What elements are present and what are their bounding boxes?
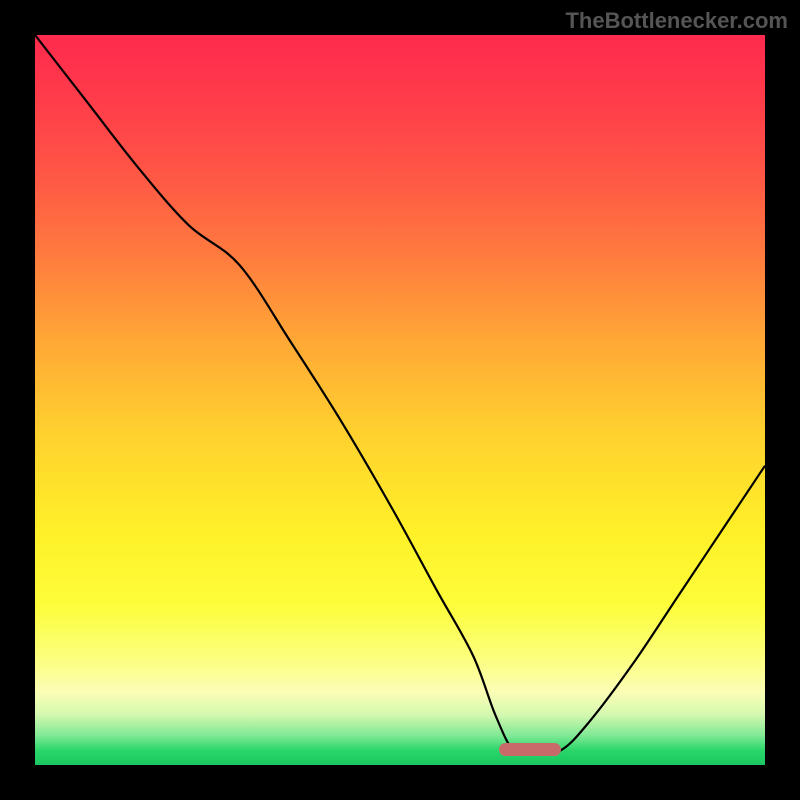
attribution-text: TheBottlenecker.com (565, 8, 788, 34)
curve-svg (35, 35, 765, 765)
bottleneck-curve (35, 35, 765, 755)
plot-area (35, 35, 765, 765)
chart-container: TheBottlenecker.com (0, 0, 800, 800)
optimal-marker (499, 743, 561, 756)
